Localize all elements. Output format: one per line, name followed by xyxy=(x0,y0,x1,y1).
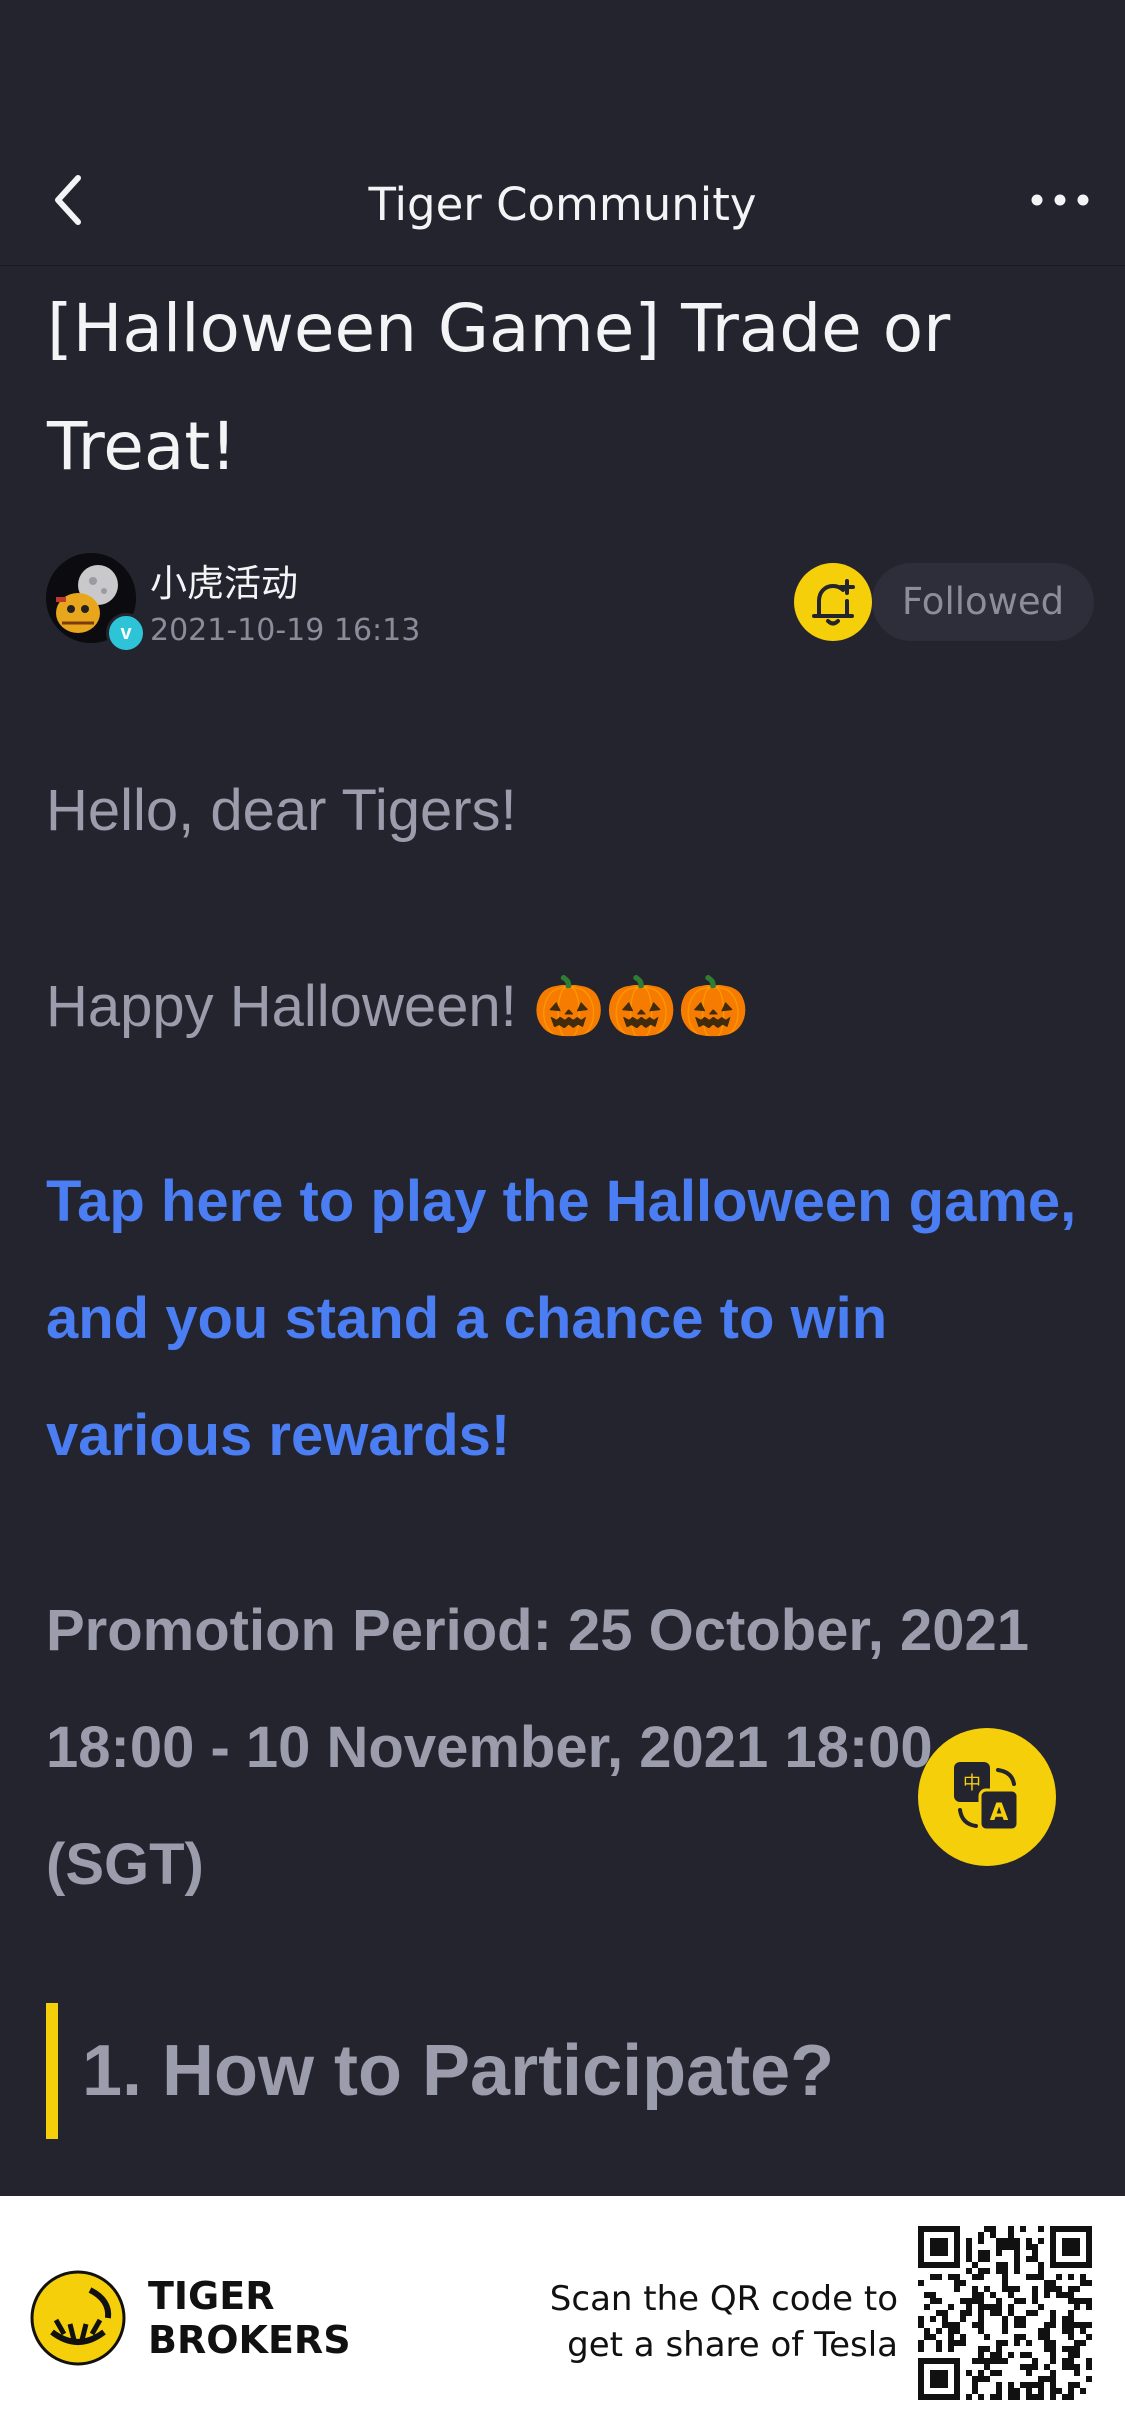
avatar[interactable]: v xyxy=(46,553,146,653)
tiger-logo-icon xyxy=(30,2270,126,2366)
greeting-text: Hello, dear Tigers! xyxy=(46,778,517,843)
section-heading: 1. How to Participate? xyxy=(82,2031,835,2111)
qr-code-icon xyxy=(918,2226,1092,2400)
halloween-game-link[interactable]: Tap here to play the Halloween game, and… xyxy=(46,1143,1086,1494)
post-date: 2021-10-19 16:13 xyxy=(150,613,421,648)
verified-icon: v xyxy=(106,613,146,653)
footer-banner: TIGER BROKERS Scan the QR code to get a … xyxy=(0,2196,1125,2436)
scan-line-1: Scan the QR code to xyxy=(549,2279,898,2319)
status-bar xyxy=(0,0,1125,150)
bell-plus-icon[interactable] xyxy=(794,563,872,641)
translate-icon: 中 A xyxy=(954,1762,1020,1832)
svg-text:中: 中 xyxy=(963,1773,981,1794)
top-nav-bar: Tiger Community xyxy=(0,150,1125,266)
translate-button[interactable]: 中 A xyxy=(918,1728,1056,1866)
post-title: [Halloween Game] Trade or Treat! xyxy=(47,290,951,485)
halloween-text: Happy Halloween! 🎃🎃🎃 xyxy=(46,974,750,1039)
more-icon[interactable] xyxy=(1025,180,1095,220)
brand-name: TIGER BROKERS xyxy=(148,2274,351,2362)
nav-title: Tiger Community xyxy=(368,178,757,231)
scan-qr-text: Scan the QR code to get a share of Tesla xyxy=(550,2276,898,2368)
scan-line-2: get a share of Tesla xyxy=(567,2325,898,2365)
brand-line-1: TIGER xyxy=(148,2274,275,2318)
section-accent-bar xyxy=(46,2003,58,2139)
author-row: v 小虎活动 2021-10-19 16:13 Followed xyxy=(46,553,1096,653)
svg-text:A: A xyxy=(990,1798,1009,1826)
followed-button[interactable]: Followed xyxy=(872,563,1094,641)
brand-line-2: BROKERS xyxy=(148,2318,351,2362)
author-name[interactable]: 小虎活动 xyxy=(150,553,298,607)
